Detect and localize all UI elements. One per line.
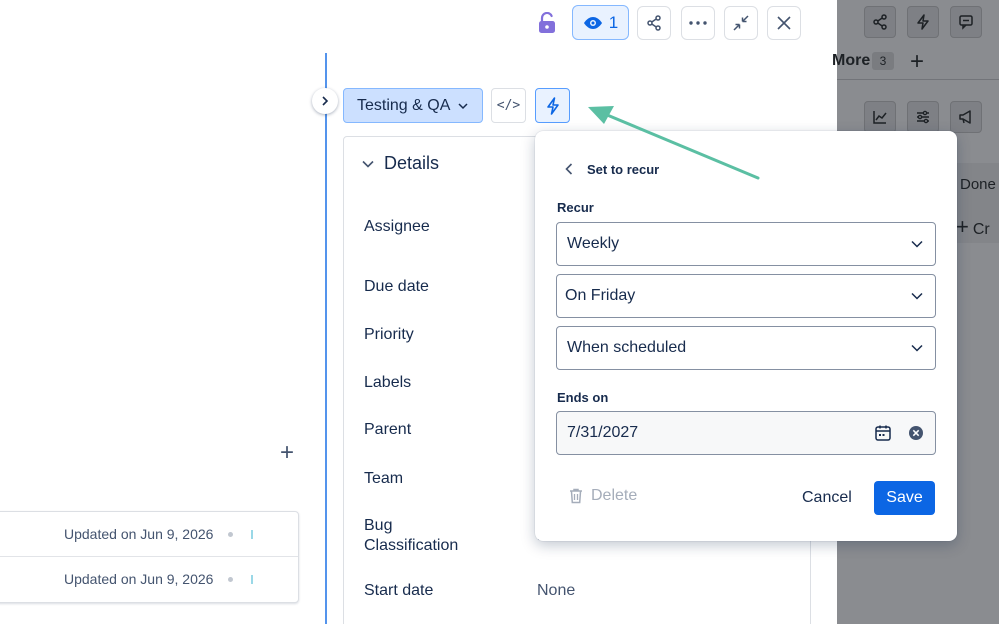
chevron-down-icon bbox=[911, 240, 923, 248]
ends-on-label: Ends on bbox=[557, 390, 609, 405]
recur-label: Recur bbox=[557, 200, 594, 215]
automation-button[interactable] bbox=[535, 88, 570, 123]
cancel-button[interactable]: Cancel bbox=[802, 489, 852, 507]
comment-icon bbox=[950, 6, 982, 38]
close-icon bbox=[777, 16, 791, 30]
popup-title: Set to recur bbox=[587, 162, 660, 177]
status-tick bbox=[251, 530, 253, 539]
dot-icon bbox=[228, 577, 233, 582]
create-label: + Cr bbox=[956, 214, 990, 240]
frequency-select[interactable]: Weekly bbox=[556, 222, 936, 266]
clear-icon[interactable] bbox=[908, 425, 924, 446]
more-actions-button[interactable] bbox=[681, 6, 715, 40]
minimize-button[interactable] bbox=[724, 6, 758, 40]
code-button[interactable]: </> bbox=[491, 88, 526, 123]
code-icon: </> bbox=[496, 98, 521, 113]
ends-on-date-input[interactable]: 7/31/2027 bbox=[556, 411, 936, 455]
update-list: Updated on Jun 9, 2026 Updated on Jun 9,… bbox=[0, 511, 299, 603]
close-button[interactable] bbox=[767, 6, 801, 40]
status-dropdown[interactable]: Testing & QA bbox=[343, 88, 483, 123]
lightning-icon bbox=[546, 96, 559, 115]
status-label: Testing & QA bbox=[357, 96, 451, 114]
chevron-down-icon bbox=[458, 102, 468, 109]
schedule-select[interactable]: When scheduled bbox=[556, 326, 936, 370]
delete-button[interactable]: Delete bbox=[569, 487, 637, 505]
megaphone-icon bbox=[950, 101, 982, 133]
field-label-assignee: Assignee bbox=[364, 218, 430, 235]
field-label-bug-classification: Bug Classification bbox=[364, 517, 459, 554]
lightning-icon bbox=[907, 6, 939, 38]
update-text: Updated on Jun 9, 2026 bbox=[64, 526, 214, 542]
collapse-panel-button[interactable] bbox=[312, 88, 338, 114]
chevron-down-icon bbox=[911, 344, 923, 352]
list-item[interactable]: Updated on Jun 9, 2026 bbox=[0, 557, 298, 602]
eye-icon bbox=[583, 16, 602, 29]
chevron-down-icon bbox=[362, 160, 374, 168]
done-label: Done bbox=[960, 176, 996, 193]
plus-icon: + bbox=[956, 214, 969, 239]
filter-icon bbox=[907, 101, 939, 133]
field-label-parent: Parent bbox=[364, 421, 412, 438]
add-icon: + bbox=[910, 48, 925, 75]
share-button[interactable] bbox=[637, 6, 671, 40]
field-value-start-date[interactable]: None bbox=[537, 582, 575, 600]
status-tick bbox=[251, 575, 253, 584]
chevron-down-icon bbox=[911, 292, 923, 300]
delete-label: Delete bbox=[591, 487, 638, 504]
more-count-badge: 3 bbox=[872, 52, 894, 70]
field-label-priority: Priority bbox=[364, 326, 414, 343]
chevron-right-icon bbox=[322, 96, 329, 106]
add-icon[interactable]: + bbox=[276, 441, 298, 465]
trash-icon bbox=[570, 488, 582, 504]
lock-button[interactable] bbox=[534, 10, 560, 36]
schedule-value: When scheduled bbox=[567, 339, 687, 356]
dot-icon bbox=[228, 532, 233, 537]
more-tab: More bbox=[832, 52, 871, 69]
field-label-start-date: Start date bbox=[364, 582, 434, 599]
day-select[interactable]: On Friday bbox=[556, 274, 936, 318]
field-label-labels: Labels bbox=[364, 374, 412, 391]
day-value: On Friday bbox=[565, 287, 636, 304]
details-title: Details bbox=[384, 153, 440, 173]
share-icon bbox=[647, 15, 661, 31]
more-icon bbox=[689, 21, 707, 25]
back-button[interactable] bbox=[561, 161, 577, 177]
frequency-value: Weekly bbox=[567, 235, 620, 252]
panel-divider[interactable] bbox=[325, 53, 327, 624]
chevron-left-icon bbox=[565, 163, 573, 175]
watch-count: 1 bbox=[608, 12, 619, 32]
details-header[interactable]: Details bbox=[362, 153, 439, 174]
share-icon bbox=[864, 6, 896, 38]
field-label-due-date: Due date bbox=[364, 278, 429, 295]
calendar-icon[interactable] bbox=[874, 424, 892, 447]
ends-on-value: 7/31/2027 bbox=[567, 424, 639, 441]
collapse-icon bbox=[733, 15, 749, 31]
field-label-team: Team bbox=[364, 470, 404, 487]
recur-popup: Set to recur Recur Weekly On Friday When… bbox=[535, 131, 957, 541]
create-text: Cr bbox=[972, 221, 990, 238]
watch-button[interactable]: 1 bbox=[572, 5, 629, 40]
divider bbox=[837, 79, 999, 80]
unlock-icon bbox=[539, 12, 555, 33]
save-button[interactable]: Save bbox=[874, 481, 935, 515]
chart-icon bbox=[864, 101, 896, 133]
update-text: Updated on Jun 9, 2026 bbox=[64, 571, 214, 587]
list-item[interactable]: Updated on Jun 9, 2026 bbox=[0, 512, 298, 557]
